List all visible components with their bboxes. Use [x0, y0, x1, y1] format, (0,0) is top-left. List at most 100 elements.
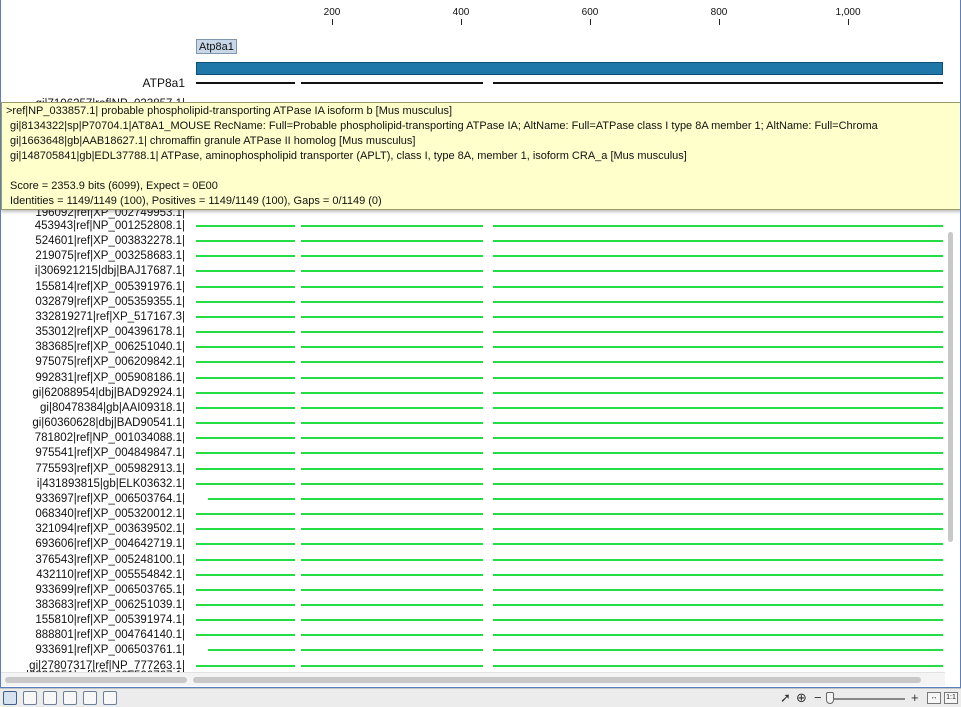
row-label[interactable]: 068340|ref|XP_005320012.1| — [35, 507, 185, 521]
alignment-segment — [301, 497, 483, 500]
gene-bar[interactable] — [196, 62, 943, 75]
alignment-segment — [493, 255, 943, 258]
alignment-segment — [493, 82, 943, 84]
row-label[interactable]: 432110|ref|XP_005554842.1| — [36, 568, 185, 582]
alignment-segment — [493, 376, 943, 379]
alignment-segment — [493, 573, 943, 576]
row-label[interactable]: 933691|ref|XP_006503761.1| — [35, 643, 185, 657]
alignment-segment — [301, 452, 483, 455]
alignment-segment — [301, 528, 483, 531]
hit-tooltip: >ref|NP_033857.1| probable phospholipid-… — [1, 102, 960, 210]
row-label[interactable]: 032879|ref|XP_005359355.1| — [35, 295, 185, 309]
ruler-tick-label: 200 — [323, 7, 341, 18]
alignment-segment — [301, 604, 483, 606]
alignment-segment — [493, 513, 943, 516]
alignment-segment — [301, 82, 483, 84]
graphic-view-icon[interactable] — [3, 691, 17, 705]
alignment-segment — [493, 361, 943, 364]
row-label[interactable]: 781802|ref|NP_001034088.1| — [35, 431, 185, 445]
row-label[interactable]: 155814|ref|XP_005391976.1| — [35, 280, 185, 294]
alignment-segment — [196, 513, 295, 516]
row-label[interactable]: 933699|ref|XP_006503765.1| — [35, 583, 185, 597]
alignment-segment — [301, 558, 483, 561]
alignment-segment — [493, 300, 943, 303]
row-label[interactable]: 975075|ref|XP_006209842.1| — [35, 355, 185, 369]
row-label[interactable]: 888801|ref|XP_004764140.1| — [35, 628, 185, 642]
row-label[interactable]: 992831|ref|XP_005908186.1| — [35, 371, 185, 385]
horizontal-scrollbar[interactable] — [1, 672, 945, 686]
alignment-segment — [301, 649, 483, 652]
ruler-tick — [332, 19, 333, 25]
row-label[interactable]: gi|62088954|dbj|BAD92924.1| — [32, 386, 185, 400]
alignment-segment — [196, 619, 295, 622]
status-toolbar: ➚ ⊕ − + ↔ 1:1 — [0, 688, 961, 707]
alignment-segment — [493, 391, 943, 394]
row-label[interactable]: 353012|ref|XP_004396178.1| — [35, 325, 185, 339]
alignment-segment — [208, 497, 295, 500]
export-icon[interactable] — [63, 691, 77, 705]
alignment-segment — [493, 497, 943, 500]
settings-icon[interactable] — [83, 691, 97, 705]
alignment-segment — [301, 588, 483, 591]
alignment-segment — [196, 240, 295, 243]
row-label[interactable]: 933697|ref|XP_006503764.1| — [35, 492, 185, 506]
pointer-icon[interactable]: ➚ — [780, 690, 791, 706]
alignment-segment — [493, 528, 943, 531]
row-label[interactable]: gi|80478384|gb|AAI09318.1| — [40, 401, 185, 415]
gene-label[interactable]: Atp8a1 — [196, 39, 237, 54]
alignment-segment — [301, 270, 483, 273]
alignment-segment — [208, 649, 295, 652]
row-label[interactable]: i|306921215|dbj|BAJ17687.1| — [35, 264, 185, 278]
row-label[interactable]: 155810|ref|XP_005391974.1| — [35, 613, 185, 627]
alignment-segment — [493, 437, 943, 440]
alignment-segment — [301, 300, 483, 303]
row-label[interactable]: 524601|ref|XP_003832278.1| — [35, 234, 185, 248]
row-label[interactable]: 332819271|ref|XP_517167.3| — [35, 310, 185, 324]
row-label[interactable]: 693606|ref|XP_004642719.1| — [35, 537, 185, 551]
alignment-segment — [493, 604, 943, 606]
row-label[interactable]: gi|60360628|dbj|BAD90541.1| — [32, 416, 185, 430]
zoom-tool-icon[interactable]: ⊕ — [796, 690, 807, 706]
row-label[interactable]: 383685|ref|XP_006251040.1| — [35, 340, 185, 354]
label-scroll-thumb[interactable] — [5, 677, 187, 683]
row-label[interactable]: 975541|ref|XP_004849847.1| — [35, 446, 185, 460]
zoom-in-button[interactable]: + — [911, 690, 919, 706]
row-label[interactable]: 383683|ref|XP_006251039.1| — [35, 598, 185, 612]
zoom-slider-track[interactable] — [831, 698, 905, 700]
fit-width-button[interactable]: ↔ — [927, 692, 941, 704]
alignment-segment — [196, 346, 295, 349]
alignment-segment — [196, 437, 295, 440]
alignment-segment — [493, 543, 943, 546]
alignment-segment — [301, 634, 483, 637]
alignment-segment — [196, 664, 295, 667]
row-label[interactable]: 321094|ref|XP_003639502.1| — [35, 522, 185, 536]
vertical-scrollbar[interactable] — [945, 224, 956, 664]
row-label[interactable]: i|431893815|gb|ELK03632.1| — [37, 477, 185, 491]
alignment-segment — [301, 331, 483, 334]
check-icon[interactable] — [103, 691, 117, 705]
alignment-segment — [196, 604, 295, 606]
one-to-one-button[interactable]: 1:1 — [944, 692, 958, 704]
zoom-slider-thumb[interactable] — [826, 692, 834, 704]
ruler-tick — [719, 19, 720, 25]
alignment-segment — [196, 422, 295, 425]
alignment-segment — [196, 285, 295, 288]
table-view-icon[interactable] — [23, 691, 37, 705]
zoom-out-button[interactable]: − — [814, 690, 822, 706]
alignment-viewer: 2004006008001,000 Atp8a1 ATP8a1 gi|71062… — [0, 0, 961, 688]
reference-track-label: ATP8a1 — [142, 76, 185, 90]
vertical-scroll-thumb[interactable] — [948, 232, 953, 542]
alignment-segment — [301, 255, 483, 258]
alignment-segment — [301, 573, 483, 576]
ruler-tick-label: 800 — [710, 7, 728, 18]
alignment-segment — [196, 573, 295, 576]
row-label[interactable]: 376543|ref|XP_005248100.1| — [35, 553, 185, 567]
row-label[interactable]: 219075|ref|XP_003258683.1| — [35, 249, 185, 263]
horizontal-scroll-thumb[interactable] — [193, 677, 921, 683]
text-view-icon[interactable] — [43, 691, 57, 705]
row-label[interactable]: 775593|ref|XP_005982913.1| — [35, 462, 185, 476]
ruler-tick-label: 400 — [452, 7, 470, 18]
tooltip-identities: Identities = 1149/1149 (100), Positives … — [10, 195, 382, 207]
row-label[interactable]: 453943|ref|NP_001252808.1| — [35, 219, 185, 233]
alignment-segment — [493, 422, 943, 425]
